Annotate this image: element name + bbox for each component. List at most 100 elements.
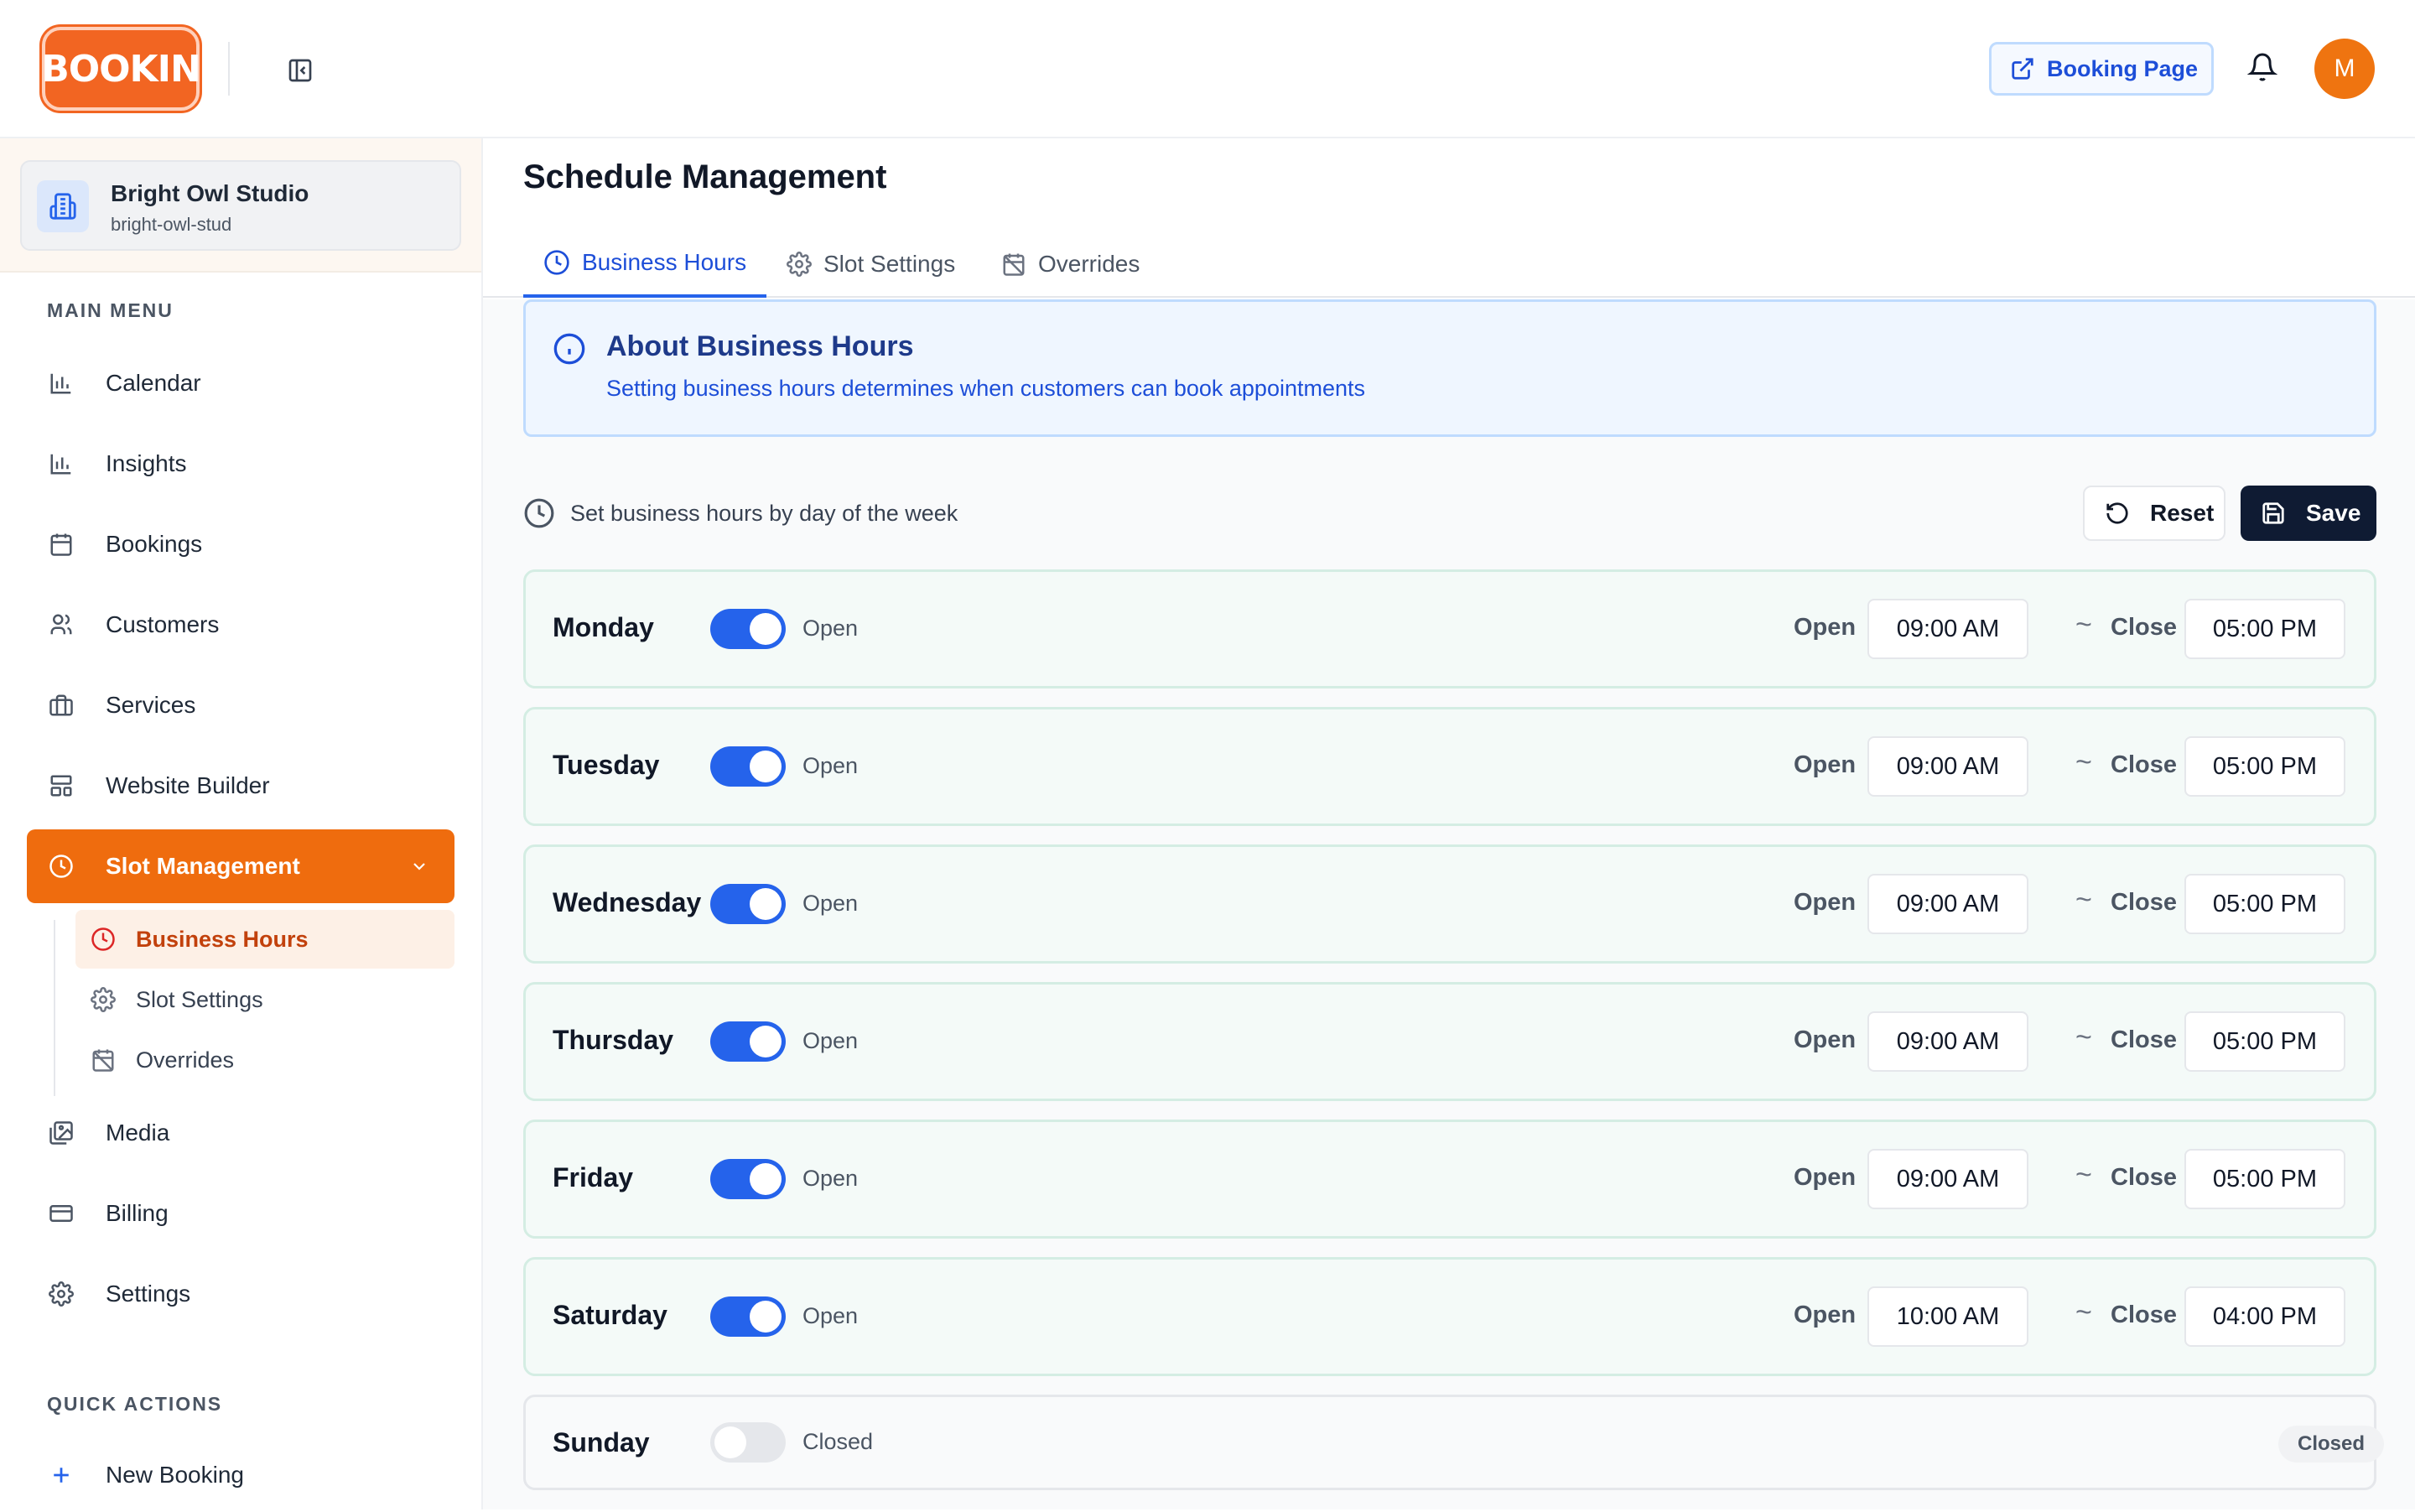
day-open-toggle[interactable] [710,746,786,787]
close-time-input[interactable]: 05:00 PM [2184,599,2345,659]
day-name: Tuesday [553,750,660,780]
notifications-button[interactable] [2247,52,2281,86]
hours-toolbar-label: Set business hours by day of the week [570,501,958,526]
bar-chart-icon [47,449,75,478]
day-open-toggle[interactable] [710,1159,786,1199]
sidebar-item-media[interactable]: Media [27,1096,454,1170]
tab-label: Business Hours [582,249,747,275]
save-label: Save [2306,500,2361,526]
credit-card-icon [47,1199,75,1228]
calendar-off-icon [91,1047,116,1073]
clock-icon [91,927,116,952]
tab-overrides[interactable]: Overrides [1001,231,1140,298]
reset-button[interactable]: Reset [2083,486,2225,541]
info-banner: About Business Hours Setting business ho… [523,299,2376,437]
sidebar-item-label: Website Builder [106,772,270,798]
booking-page-label: Booking Page [2047,55,2199,81]
sidebar-subitem-label: Overrides [136,1047,235,1073]
day-status: Open [802,616,859,641]
close-time-input[interactable]: 05:00 PM [2184,1011,2345,1072]
sidebar-item-settings[interactable]: Settings [27,1257,454,1331]
sidebar-item-label: Insights [106,450,187,476]
sidebar-collapse-button[interactable] [283,54,317,87]
open-label: Open [1794,1026,1857,1053]
quick-actions-label: QUICK ACTIONS [47,1393,223,1415]
close-time-input[interactable]: 04:00 PM [2184,1286,2345,1347]
open-time-input[interactable]: 09:00 AM [1867,874,2028,934]
sidebar-item-label: Services [106,692,196,718]
sidebar-subitem-business-hours[interactable]: Business Hours [75,910,454,969]
sidebar-item-slot-management[interactable]: Slot Management [27,829,454,903]
open-time-input[interactable]: 09:00 AM [1867,1011,2028,1072]
sidebar-item-billing[interactable]: Billing [27,1177,454,1250]
bell-icon [2247,53,2277,81]
day-open-toggle[interactable] [710,884,786,924]
tab-bar: Business Hours Slot Settings Overrides [483,231,2415,298]
day-row-monday: Monday Open Open 09:00 AM ~ Close 05:00 … [523,569,2376,688]
chevron-down-icon [409,856,429,876]
bookin-logo[interactable]: BOOKIN [41,27,201,111]
range-separator: ~ [2075,1296,2092,1328]
main-menu-label: MAIN MENU [47,299,174,321]
sidebar-item-bookings[interactable]: Bookings [27,507,454,581]
panel-left-icon [288,59,312,82]
open-time-input[interactable]: 09:00 AM [1867,1149,2028,1209]
open-time-input[interactable]: 10:00 AM [1867,1286,2028,1347]
bar-chart-icon [47,369,75,397]
sidebar-item-label: Customers [106,611,220,637]
sidebar-item-label: Media [106,1120,170,1146]
user-avatar[interactable]: M [2314,39,2375,99]
sidebar-subitem-overrides[interactable]: Overrides [75,1031,454,1089]
close-time-input[interactable]: 05:00 PM [2184,1149,2345,1209]
sidebar-item-label: Bookings [106,531,203,557]
close-time-input[interactable]: 05:00 PM [2184,874,2345,934]
open-time-input[interactable]: 09:00 AM [1867,736,2028,797]
day-status: Open [802,1028,859,1053]
clock-icon [543,249,570,276]
closed-badge: Closed [2278,1426,2384,1463]
sidebar-item-label: Slot Management [106,853,300,879]
sidebar-item-customers[interactable]: Customers [27,588,454,662]
day-name: Saturday [553,1300,667,1330]
day-name: Monday [553,612,654,642]
day-open-toggle[interactable] [710,1296,786,1337]
day-open-toggle[interactable] [710,1422,786,1463]
tab-label: Overrides [1038,251,1140,277]
day-row-sunday: Sunday Closed Closed [523,1395,2384,1490]
sidebar-item-services[interactable]: Services [27,668,454,742]
day-open-toggle[interactable] [710,609,786,649]
open-time-input[interactable]: 09:00 AM [1867,599,2028,659]
range-separator: ~ [2075,884,2092,916]
day-open-toggle[interactable] [710,1021,786,1062]
tab-slot-settings[interactable]: Slot Settings [787,231,955,298]
calendar-off-icon [1001,252,1026,277]
sidebar-subitem-slot-settings[interactable]: Slot Settings [75,970,454,1029]
day-name: Sunday [553,1427,650,1457]
users-icon [47,611,75,639]
booking-page-button[interactable]: Booking Page [1989,42,2214,96]
new-booking-button[interactable]: New Booking [27,1438,454,1512]
day-name: Thursday [553,1025,674,1055]
close-label: Close [2111,1164,2177,1191]
info-text: Setting business hours determines when c… [606,376,1366,401]
save-button[interactable]: Save [2241,486,2376,541]
sidebar-item-label: Calendar [106,370,201,396]
briefcase-icon [47,691,75,720]
close-time-input[interactable]: 05:00 PM [2184,736,2345,797]
clock-icon [47,852,75,881]
sidebar-item-insights[interactable]: Insights [27,427,454,501]
tab-business-hours[interactable]: Business Hours [523,231,767,298]
building-icon [37,180,89,232]
sidebar-item-calendar[interactable]: Calendar [27,346,454,420]
day-row-friday: Friday Open Open 09:00 AM ~ Close 05:00 … [523,1120,2376,1239]
close-label: Close [2111,889,2177,916]
day-row-wednesday: Wednesday Open Open 09:00 AM ~ Close 05:… [523,844,2376,964]
day-row-tuesday: Tuesday Open Open 09:00 AM ~ Close 05:00… [523,707,2376,826]
org-switcher[interactable]: Bright Owl Studio bright-owl-stud [20,160,461,251]
day-status: Closed [802,1429,874,1454]
business-hours-panel: About Business Hours Setting business ho… [483,299,2415,1509]
day-status: Open [802,891,859,916]
save-icon [2261,501,2286,526]
sidebar-item-website-builder[interactable]: Website Builder [27,749,454,823]
sidebar-subitem-label: Slot Settings [136,986,263,1012]
